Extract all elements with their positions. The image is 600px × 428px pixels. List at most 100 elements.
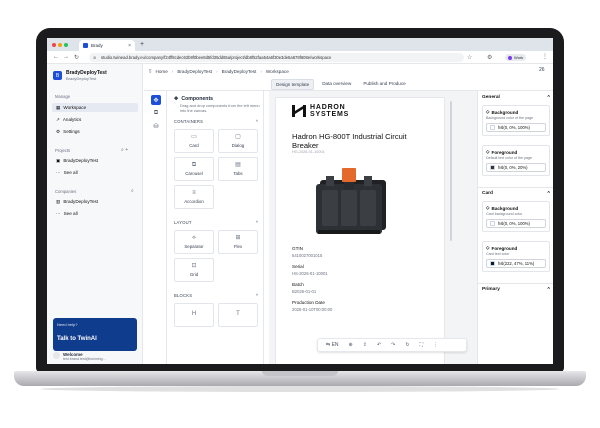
- color-swatch[interactable]: [490, 261, 495, 266]
- help-card[interactable]: Need help? Talk to TwinAI: [53, 318, 137, 351]
- export-icon[interactable]: ⇪: [363, 342, 367, 348]
- extensions-icon[interactable]: ⚙: [487, 54, 492, 61]
- component-text[interactable]: T: [218, 303, 258, 327]
- close-window-icon[interactable]: [52, 43, 56, 47]
- design-canvas[interactable]: HADRON SYSTEMS Hadron HG-800T Industrial…: [269, 91, 477, 364]
- component-carousel[interactable]: ⧉ Carousel: [174, 157, 214, 181]
- talk-to-twinai-button[interactable]: Talk to TwinAI: [57, 336, 133, 342]
- projects-actions-icons[interactable]: ⌕ +: [121, 147, 128, 153]
- language-button[interactable]: ⇆ EN: [326, 342, 339, 348]
- org-switcher[interactable]: B BradyDeployTest BradyDeployTest: [53, 70, 107, 81]
- sidebar-item-workspace[interactable]: ▦ Workspace: [52, 103, 138, 112]
- canvas-scrollbar[interactable]: [450, 101, 452, 241]
- component-accordion[interactable]: ≡ Accordion: [174, 185, 214, 209]
- forward-icon[interactable]: →: [63, 54, 69, 60]
- sidebar-item-project[interactable]: ▣ BradyDeployTest: [52, 156, 138, 165]
- site-info-icon[interactable]: ⊜: [93, 53, 97, 62]
- separator-icon: ⟡: [192, 235, 196, 241]
- browser-address-bar: ← → ↻ ⊜ studio.twinead.brady.eu/company/…: [47, 51, 553, 64]
- color-swatch[interactable]: [490, 125, 495, 130]
- browser-tab[interactable]: Brady ×: [79, 40, 135, 51]
- components-description: Drag and drop components from the left m…: [180, 103, 260, 113]
- component-card[interactable]: ▭ Card: [174, 129, 214, 153]
- sidebar-item-company[interactable]: ▥ BradyDeployTest: [52, 197, 138, 206]
- maximize-window-icon[interactable]: [64, 43, 68, 47]
- profile-button[interactable]: Work: [505, 54, 527, 61]
- color-drop-icon: ◇: [486, 205, 490, 210]
- color-input[interactable]: hsl(0, 0%, 100%): [486, 123, 546, 132]
- breadcrumb-home[interactable]: Home: [156, 69, 168, 74]
- redo-icon[interactable]: ↷: [391, 342, 395, 348]
- sidebar-item-analytics[interactable]: ↗ Analytics: [52, 115, 138, 124]
- tab-data-overview[interactable]: Data overview: [318, 79, 355, 90]
- general-background-setting: ◇ Background Background color of the pag…: [482, 105, 550, 136]
- companies-search-icon[interactable]: ⌕: [131, 188, 134, 194]
- chevron-up-icon: ^: [547, 287, 550, 292]
- workspace-tabs: Design template Data overview Publish an…: [271, 79, 410, 90]
- bookmark-star-icon[interactable]: ☆: [467, 54, 472, 61]
- component-dialog[interactable]: ▢ Dialog: [218, 129, 258, 153]
- folder-icon: ▣: [56, 157, 61, 163]
- tab-design-template[interactable]: Design template: [271, 79, 315, 90]
- tab-publish-produce[interactable]: Publish and Produce: [359, 79, 409, 90]
- card-section-header[interactable]: Card ^: [482, 191, 550, 196]
- refresh-icon[interactable]: ↻: [405, 342, 409, 348]
- chevron-up-icon: ^: [547, 95, 550, 100]
- color-swatch[interactable]: [490, 221, 495, 226]
- general-section-header[interactable]: General ^: [482, 95, 550, 100]
- components-panel: ✥ Components Drag and drop components fr…: [168, 91, 264, 364]
- color-input[interactable]: hsl(0, 0%, 20%): [486, 163, 546, 172]
- primary-section-header[interactable]: Primary ^: [482, 287, 550, 292]
- browser-tabbar: Brady × +: [47, 38, 553, 51]
- sidebar-item-label: BradyDeployTest: [63, 158, 99, 163]
- user-profile[interactable]: Welcome test.brand.test@twinning...: [53, 352, 137, 362]
- chevron-up-icon: ^: [547, 191, 550, 196]
- companies-section-label: Companies: [55, 189, 77, 194]
- chevron-up-icon: ^: [255, 293, 258, 298]
- circuit-breaker-image: [316, 168, 386, 234]
- sidebar-item-settings[interactable]: ⚙ Settings: [52, 127, 138, 136]
- url-input[interactable]: ⊜ studio.twinead.brady.eu/company/f24ff8…: [89, 53, 464, 62]
- see-all-label: See all: [63, 211, 78, 216]
- header-counter: 26: [539, 67, 545, 73]
- sidebar-toggle-icon[interactable]: ▯: [149, 68, 152, 74]
- component-grid[interactable]: ⊡ Grid: [174, 258, 214, 282]
- breadcrumb-separator-icon: ›: [260, 68, 262, 74]
- browser-menu-icon[interactable]: ⋮: [542, 53, 548, 60]
- org-logo-icon: B: [53, 71, 62, 80]
- undo-icon[interactable]: ↶: [377, 342, 381, 348]
- breadcrumb-company[interactable]: BradyDeployTest: [177, 69, 212, 74]
- new-tab-button[interactable]: +: [140, 41, 144, 48]
- layout-group-header[interactable]: LAYOUT ^: [174, 220, 258, 225]
- reload-icon[interactable]: ↻: [74, 54, 79, 61]
- blocks-group-header[interactable]: BLOCKS ^: [174, 293, 258, 298]
- component-tabs[interactable]: ▤ Tabs: [218, 157, 258, 181]
- layers-tool-icon[interactable]: ⧉: [151, 108, 161, 118]
- setting-title: ◇ Foreground: [486, 245, 546, 251]
- color-swatch[interactable]: [490, 165, 495, 170]
- component-heading[interactable]: H: [174, 303, 214, 327]
- component-separator[interactable]: ⟡ Separator: [174, 230, 214, 254]
- components-tool-icon[interactable]: ✥: [151, 95, 161, 105]
- color-input[interactable]: hsl(222, 47%, 11%): [486, 259, 546, 268]
- projects-section-label: Projects: [55, 148, 71, 153]
- companies-see-all[interactable]: ⋯ See all: [52, 209, 138, 218]
- component-flex[interactable]: ⊞ Flex: [218, 230, 258, 254]
- analytics-icon: ↗: [56, 116, 60, 122]
- color-input[interactable]: hsl(0, 0%, 100%): [486, 219, 546, 228]
- breadcrumb-project[interactable]: BradyDeployTest: [222, 69, 257, 74]
- minimize-window-icon[interactable]: [58, 43, 62, 47]
- help-card-caption: Need help?: [57, 322, 78, 327]
- projects-see-all[interactable]: ⋯ See all: [52, 168, 138, 177]
- containers-group-header[interactable]: CONTAINERS ^: [174, 119, 258, 124]
- back-icon[interactable]: ←: [53, 54, 59, 60]
- tab-close-icon[interactable]: ×: [128, 43, 131, 49]
- gtin-label: GTIN: [292, 246, 303, 251]
- passport-page-preview[interactable]: HADRON SYSTEMS Hadron HG-800T Industrial…: [275, 97, 445, 364]
- fullscreen-icon[interactable]: ⛶: [420, 342, 424, 348]
- serial-value: HS-2026-01-10001: [292, 271, 328, 276]
- data-tool-icon[interactable]: ⛁: [151, 121, 161, 131]
- component-label: Dialog: [231, 143, 245, 148]
- more-options-icon[interactable]: ⋮: [433, 342, 438, 348]
- globe-icon[interactable]: ⊕: [349, 342, 353, 348]
